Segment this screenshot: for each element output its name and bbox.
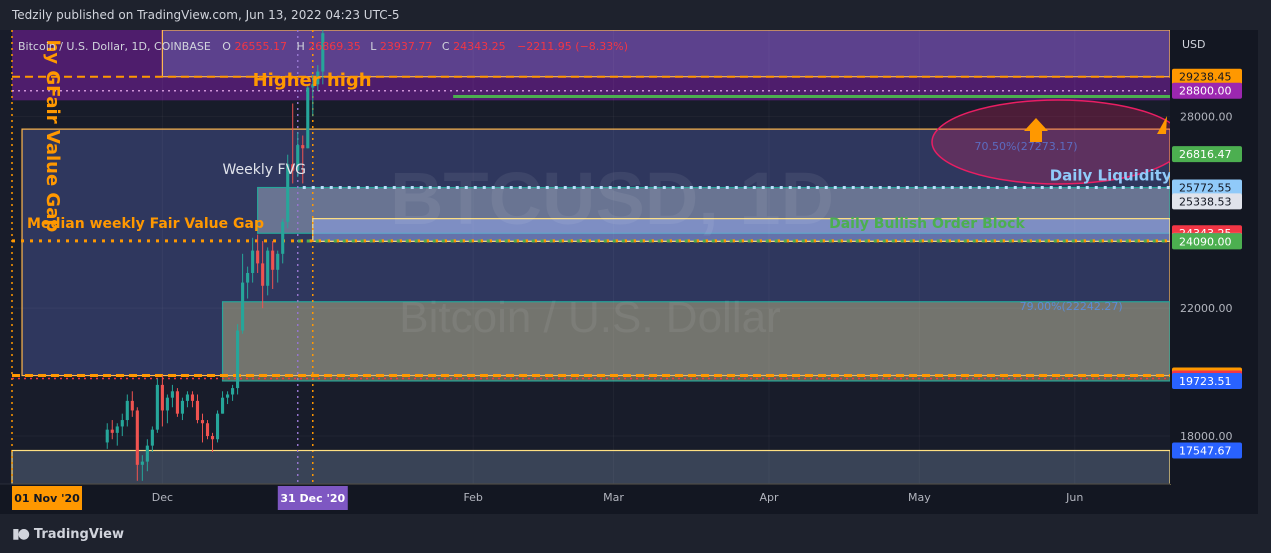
- tradingview-logo-icon: ▮●: [12, 526, 30, 542]
- price-badge-label: 26816.47: [1179, 148, 1232, 161]
- candle-body: [160, 384, 164, 411]
- price-badge-label: 29238.45: [1179, 71, 1232, 84]
- price-badge-label: 17547.67: [1179, 445, 1232, 458]
- date-badge-label: 31 Dec '20: [280, 492, 345, 505]
- candle-body: [215, 413, 220, 440]
- candle-body: [231, 388, 235, 395]
- time-tick-label: Jun: [1065, 491, 1083, 504]
- candle-body: [241, 282, 245, 331]
- candle-body: [236, 330, 240, 389]
- legend-symbol: Bitcoin / U.S. Dollar, 1D, COINBASE: [18, 40, 211, 53]
- legend-high-value: 26869.35: [308, 40, 361, 53]
- candle-body: [281, 221, 285, 254]
- time-tick-label: Apr: [759, 491, 779, 504]
- publish-header: Tedzily published on TradingView.com, Ju…: [0, 0, 1271, 30]
- candle-body: [306, 87, 310, 149]
- candle-body: [195, 400, 200, 421]
- price-tick-label: 22000.00: [1180, 302, 1233, 315]
- candle-body: [165, 397, 169, 411]
- candle-body: [155, 384, 159, 430]
- candle-body: [115, 426, 119, 433]
- weekly-fvg-label: Weekly FVG: [223, 162, 306, 178]
- price-tick-label: 18000.00: [1180, 430, 1233, 443]
- candle-body: [271, 250, 275, 270]
- legend-close-value: 24343.25: [453, 40, 506, 53]
- time-tick-label: Dec: [152, 491, 173, 504]
- publish-info: Tedzily published on TradingView.com, Ju…: [12, 8, 400, 22]
- watermark-name: Bitcoin / U.S. Dollar: [399, 293, 780, 342]
- candle-body: [205, 423, 210, 437]
- candle-body: [226, 394, 230, 398]
- candle-body: [301, 145, 305, 149]
- zone-bottom-band: [11, 449, 1171, 485]
- right-edge: [1258, 30, 1271, 514]
- time-tick-label: Mar: [603, 491, 624, 504]
- watermark-symbol: BTCUSD, 1D: [390, 157, 834, 240]
- fib-79-label: 79.00%(22242.27): [1020, 300, 1123, 313]
- legend-close-label: C: [442, 40, 450, 53]
- higher-high-label: Higher high: [253, 70, 372, 91]
- legend-open-value: 26555.17: [234, 40, 287, 53]
- candle-body: [145, 445, 149, 462]
- time-tick-label: May: [908, 491, 931, 504]
- candle-body: [256, 250, 260, 264]
- candle-body: [130, 400, 134, 411]
- fair-value-gap-vertical: hy GFair Value Gap: [42, 40, 63, 233]
- price-badge-label: 28800.00: [1179, 85, 1232, 98]
- price-badge-label: 24090.00: [1179, 235, 1232, 248]
- candle-body: [210, 436, 215, 440]
- tradingview-brand: TradingView: [33, 526, 124, 542]
- candle-body: [190, 394, 195, 401]
- legend-low-value: 23937.77: [380, 40, 433, 53]
- candle-body: [105, 429, 109, 443]
- price-tick-label: 28000.00: [1180, 110, 1233, 123]
- price-chart[interactable]: BTCUSD, 1D Bitcoin / U.S. Dollar Higher …: [0, 0, 1271, 514]
- fib-70-label: 70.50%(27273.17): [974, 140, 1077, 153]
- order-block-label: Daily Bullish Order Block: [829, 216, 1025, 232]
- candle-body: [276, 253, 280, 270]
- candle-body: [140, 461, 144, 465]
- candle-body: [220, 397, 225, 414]
- candle-body: [185, 394, 190, 401]
- ohlc-legend: Bitcoin / U.S. Dollar, 1D, COINBASE O 26…: [18, 40, 628, 53]
- legend-open-label: O: [222, 40, 231, 53]
- candle-body: [266, 250, 270, 286]
- candle-body: [110, 429, 114, 433]
- price-badge-label: 19723.51: [1179, 375, 1232, 388]
- currency-label: USD: [1182, 38, 1206, 51]
- footer-bar: ▮● TradingView: [0, 514, 1271, 553]
- time-tick-label: Feb: [463, 491, 482, 504]
- candle-body: [120, 420, 124, 427]
- candle-body: [200, 420, 205, 424]
- tradingview-logo[interactable]: ▮● TradingView: [12, 526, 124, 542]
- candle-body: [170, 391, 174, 398]
- candle-body: [150, 429, 154, 446]
- candle-body: [175, 391, 179, 414]
- candle-body: [261, 263, 265, 286]
- candle-body: [135, 410, 139, 465]
- price-badge-label: 25772.55: [1179, 182, 1232, 195]
- legend-change: −2211.95 (−8.33%): [517, 40, 628, 53]
- candle-body: [125, 400, 129, 421]
- price-scale[interactable]: USD 28000.00 22000.00 18000.00 29238.4528800…: [1170, 30, 1271, 514]
- svg-text:Bitcoin / U.S. Dollar, 1D, COI: Bitcoin / U.S. Dollar, 1D, COINBASE O 26…: [18, 40, 628, 53]
- candle-body: [180, 400, 184, 414]
- candle-body: [251, 250, 255, 273]
- legend-low-label: L: [370, 40, 377, 53]
- candle-body: [246, 272, 250, 283]
- date-badge-label: 01 Nov '20: [14, 492, 80, 505]
- legend-high-label: H: [296, 40, 304, 53]
- price-badge-label: 25338.53: [1179, 195, 1232, 208]
